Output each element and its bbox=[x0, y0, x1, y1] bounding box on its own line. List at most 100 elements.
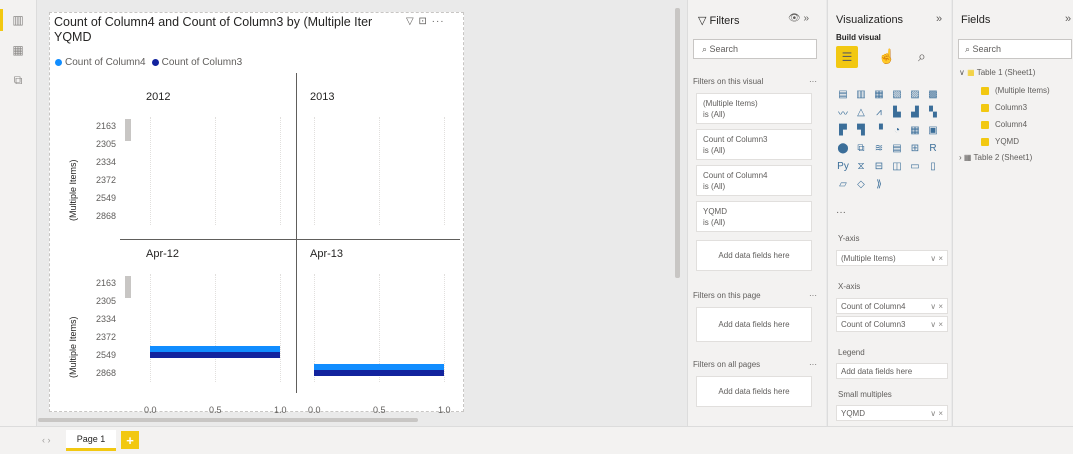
filter-drop-zone-all[interactable]: Add data fields here bbox=[696, 376, 812, 407]
paginated-report-icon[interactable]: ◇ bbox=[854, 178, 868, 191]
more-visuals-icon[interactable]: ··· bbox=[836, 207, 846, 218]
kpi-icon[interactable]: ⧖ bbox=[854, 160, 868, 173]
waterfall-icon[interactable]: ▚ bbox=[926, 106, 940, 119]
table-icon[interactable]: ◫ bbox=[890, 160, 904, 173]
smart-narrative-icon[interactable]: ▱ bbox=[836, 178, 850, 191]
clustered-bar-icon[interactable]: ▦ bbox=[872, 88, 886, 101]
filters-search-placeholder: Search bbox=[709, 44, 739, 54]
y-axis-title: (Multiple Items) bbox=[68, 159, 78, 221]
filter-card[interactable]: (Multiple Items) is (All) bbox=[696, 93, 812, 124]
matrix-icon[interactable]: ▭ bbox=[908, 160, 922, 173]
100-bar-icon[interactable]: ▨ bbox=[908, 88, 922, 101]
table-icon: ▦ bbox=[963, 153, 974, 162]
area-chart-icon[interactable]: △ bbox=[854, 106, 868, 119]
filters-search-input[interactable]: ⌕ Search bbox=[693, 39, 817, 59]
tab-page-1[interactable]: Page 1 bbox=[66, 430, 116, 451]
fields-search-input[interactable]: ⌕ Search bbox=[958, 39, 1072, 59]
view-rail: ▥ ▦ ⧉ bbox=[0, 0, 37, 426]
line-chart-icon[interactable]: 〰 bbox=[836, 106, 850, 120]
checkbox-checked-icon[interactable] bbox=[981, 103, 989, 112]
field-item[interactable]: Column3 bbox=[981, 103, 1027, 112]
add-page-button[interactable]: + bbox=[121, 431, 139, 449]
field-item[interactable]: (Multiple Items) bbox=[981, 86, 1050, 95]
stacked-area-icon[interactable]: ⩘ bbox=[872, 106, 886, 119]
search-icon: ⌕ bbox=[702, 44, 710, 54]
scatter-icon[interactable]: ▜ bbox=[854, 124, 868, 137]
field-item[interactable]: YQMD bbox=[981, 137, 1019, 146]
clustered-column-icon[interactable]: ▧ bbox=[890, 88, 904, 101]
qa-icon[interactable]: ▯ bbox=[926, 160, 940, 173]
field-controls-icon[interactable]: ∨ × bbox=[930, 254, 943, 263]
table-node-table2[interactable]: › ▦ Table 2 (Sheet1) bbox=[959, 153, 1032, 162]
data-view-icon[interactable]: ▦ bbox=[6, 39, 30, 61]
filter-card[interactable]: Count of Column4 is (All) bbox=[696, 165, 812, 196]
small-multiples-bar-chart[interactable]: Count of Column4 and Count of Column3 by… bbox=[49, 12, 464, 415]
model-view-icon[interactable]: ⧉ bbox=[6, 69, 30, 91]
x-axis-field[interactable]: Count of Column3 ∨ × bbox=[836, 316, 948, 332]
filled-map-icon[interactable]: ⬤ bbox=[836, 142, 850, 155]
report-view-icon[interactable]: ▥ bbox=[6, 9, 30, 31]
shape-map-icon[interactable]: ⧉ bbox=[854, 142, 868, 155]
visualizations-title: Visualizations bbox=[836, 14, 904, 26]
field-controls-icon[interactable]: ∨ × bbox=[930, 409, 943, 418]
ribbon-icon[interactable]: ▟ bbox=[908, 106, 922, 119]
field-controls-icon[interactable]: ∨ × bbox=[930, 302, 943, 311]
multirow-card-icon[interactable]: ⊞ bbox=[908, 142, 922, 155]
panel-title: 2012 bbox=[146, 91, 171, 103]
filter-card-name: (Multiple Items) bbox=[703, 99, 758, 108]
y-axis-field[interactable]: (Multiple Items) ∨ × bbox=[836, 250, 948, 266]
y-tick-label: 2372 bbox=[95, 175, 116, 185]
checkbox-checked-icon[interactable] bbox=[981, 120, 989, 129]
format-visual-tab-icon[interactable]: ☝ bbox=[878, 48, 895, 65]
table-node-table1[interactable]: ∨ ▦ Table 1 (Sheet1) bbox=[959, 68, 1035, 77]
legend-drop-zone[interactable]: Add data fields here bbox=[836, 363, 948, 379]
y-axis-title: (Multiple Items) bbox=[68, 316, 78, 378]
filter-card-name: YQMD bbox=[703, 207, 727, 216]
more-options-icon[interactable]: ··· bbox=[809, 77, 817, 86]
python-visual-icon[interactable]: Py bbox=[836, 160, 850, 173]
field-item[interactable]: Column4 bbox=[981, 120, 1027, 129]
stacked-column-icon[interactable]: ▥ bbox=[854, 88, 868, 101]
gridline bbox=[444, 274, 445, 382]
map-icon[interactable]: ▣ bbox=[926, 124, 940, 137]
canvas-vertical-scrollbar[interactable] bbox=[675, 8, 680, 278]
checkbox-checked-icon[interactable] bbox=[981, 137, 989, 146]
100-column-icon[interactable]: ▩ bbox=[926, 88, 940, 101]
filters-on-all-pages-label: Filters on all pages bbox=[693, 360, 761, 369]
more-options-icon[interactable]: ··· bbox=[809, 360, 817, 369]
pie-icon[interactable]: ▝ bbox=[872, 124, 886, 137]
filter-drop-zone-page[interactable]: Add data fields here bbox=[696, 307, 812, 342]
r-visual-icon[interactable]: R bbox=[926, 142, 940, 155]
filter-card[interactable]: Count of Column3 is (All) bbox=[696, 129, 812, 160]
card-icon[interactable]: ▤ bbox=[890, 142, 904, 155]
gauge-icon[interactable]: ≋ bbox=[872, 142, 886, 155]
power-apps-icon[interactable]: ⟫ bbox=[872, 178, 886, 191]
small-multiples-field[interactable]: YQMD ∨ × bbox=[836, 405, 948, 421]
collapse-fields-icon[interactable]: » bbox=[1065, 13, 1071, 25]
y-tick-label: 2372 bbox=[95, 332, 116, 342]
x-axis-label: X-axis bbox=[838, 282, 861, 291]
search-icon: ⌕ bbox=[965, 44, 973, 54]
field-controls-icon[interactable]: ∨ × bbox=[930, 320, 943, 329]
treemap-icon[interactable]: ▦ bbox=[908, 124, 922, 137]
checkbox-checked-icon[interactable] bbox=[981, 86, 989, 95]
filter-drop-zone-visual[interactable]: Add data fields here bbox=[696, 240, 812, 271]
more-options-icon[interactable]: ··· bbox=[809, 291, 817, 300]
donut-icon[interactable]: ◔ bbox=[890, 124, 904, 137]
stacked-bar-icon[interactable]: ▤ bbox=[836, 88, 850, 101]
filter-card[interactable]: YQMD is (All) bbox=[696, 201, 812, 232]
x-axis-field[interactable]: Count of Column4 ∨ × bbox=[836, 298, 948, 314]
field-name: (Multiple Items) bbox=[995, 86, 1050, 95]
canvas-horizontal-scrollbar[interactable] bbox=[38, 418, 418, 422]
table-name: Table 2 (Sheet1) bbox=[973, 153, 1033, 162]
line-column-icon[interactable]: ▙ bbox=[890, 106, 904, 119]
build-visual-tab-icon[interactable]: ☰ bbox=[836, 46, 858, 68]
collapse-viz-icon[interactable]: » bbox=[936, 13, 942, 25]
page-nav-arrows[interactable]: ‹ › bbox=[42, 435, 51, 445]
filters-header-icons[interactable]: 👁 » bbox=[788, 13, 809, 24]
analytics-tab-icon[interactable]: ⌕ bbox=[918, 48, 926, 65]
funnel-icon[interactable]: ▛ bbox=[836, 124, 850, 137]
slicer-icon[interactable]: ⊟ bbox=[872, 160, 886, 173]
filter-card-name: Count of Column3 bbox=[703, 135, 768, 144]
x-tick-label: 0.5 bbox=[373, 405, 386, 415]
